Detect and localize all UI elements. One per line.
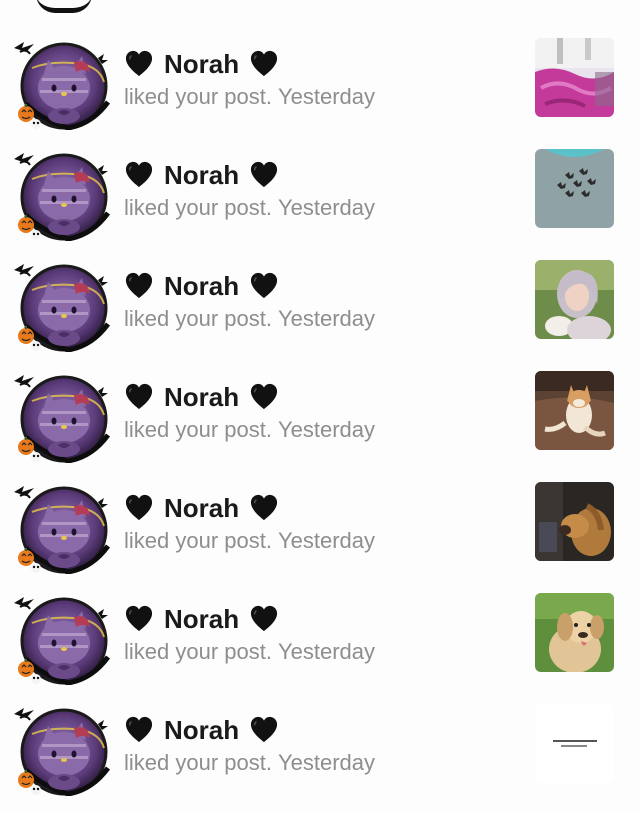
action-text: liked your post.	[124, 750, 272, 775]
black-heart-icon	[124, 494, 154, 522]
avatar[interactable]	[12, 38, 112, 130]
avatar[interactable]	[12, 704, 112, 796]
black-heart-icon	[124, 716, 154, 744]
timestamp: Yesterday	[277, 84, 376, 109]
notification-row[interactable]: Norah liked your post. Yesterday	[0, 371, 640, 481]
post-thumbnail[interactable]	[535, 593, 614, 672]
black-heart-icon	[124, 50, 154, 78]
black-heart-icon	[124, 272, 154, 300]
notification-row[interactable]: Norah liked your post. Yesterday	[0, 704, 640, 814]
timestamp: Yesterday	[277, 306, 376, 331]
avatar[interactable]	[12, 260, 112, 352]
black-heart-icon	[249, 50, 279, 78]
timestamp: Yesterday	[277, 750, 376, 775]
avatar[interactable]	[12, 149, 112, 241]
action-text: liked your post.	[124, 417, 272, 442]
black-heart-icon	[124, 383, 154, 411]
post-thumbnail[interactable]	[535, 149, 614, 228]
post-thumbnail[interactable]	[535, 704, 614, 783]
notification-row[interactable]: Norah liked your post. Yesterday	[0, 38, 640, 148]
timestamp: Yesterday	[277, 639, 376, 664]
post-thumbnail[interactable]	[535, 371, 614, 450]
previous-row-avatar-edge	[36, 0, 92, 13]
notification-row[interactable]: Norah liked your post. Yesterday	[0, 260, 640, 370]
black-heart-icon	[249, 383, 279, 411]
action-text: liked your post.	[124, 639, 272, 664]
notification-row[interactable]: Norah liked your post. Yesterday	[0, 482, 640, 592]
black-heart-icon	[249, 716, 279, 744]
username[interactable]: Norah	[164, 271, 239, 302]
action-text: liked your post.	[124, 195, 272, 220]
username[interactable]: Norah	[164, 715, 239, 746]
username[interactable]: Norah	[164, 493, 239, 524]
black-heart-icon	[124, 605, 154, 633]
action-text: liked your post.	[124, 306, 272, 331]
action-text: liked your post.	[124, 84, 272, 109]
avatar[interactable]	[12, 593, 112, 685]
post-thumbnail[interactable]	[535, 260, 614, 339]
action-text: liked your post.	[124, 528, 272, 553]
black-heart-icon	[249, 161, 279, 189]
notification-row[interactable]: Norah liked your post. Yesterday	[0, 593, 640, 703]
username[interactable]: Norah	[164, 160, 239, 191]
username[interactable]: Norah	[164, 604, 239, 635]
timestamp: Yesterday	[277, 195, 376, 220]
black-heart-icon	[124, 161, 154, 189]
black-heart-icon	[249, 272, 279, 300]
black-heart-icon	[249, 605, 279, 633]
username[interactable]: Norah	[164, 382, 239, 413]
username[interactable]: Norah	[164, 49, 239, 80]
black-heart-icon	[249, 494, 279, 522]
post-thumbnail[interactable]	[535, 38, 614, 117]
notification-row[interactable]: Norah liked your post. Yesterday	[0, 149, 640, 259]
timestamp: Yesterday	[277, 417, 376, 442]
avatar[interactable]	[12, 482, 112, 574]
post-thumbnail[interactable]	[535, 482, 614, 561]
timestamp: Yesterday	[277, 528, 376, 553]
avatar[interactable]	[12, 371, 112, 463]
